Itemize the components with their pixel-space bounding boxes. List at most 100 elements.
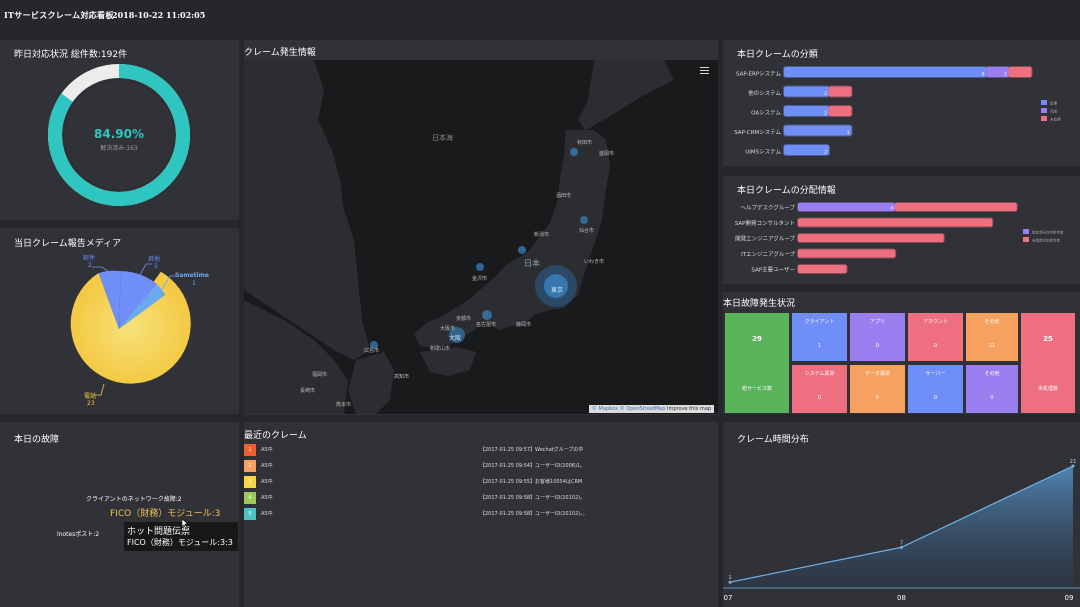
legend-label[interactable]: 完成 (1050, 109, 1058, 114)
bar-category-label: ヘルプデスクグループ (741, 204, 796, 212)
bar-category-label: 他のシステム (748, 89, 781, 97)
word-lnotes[interactable]: lnotesポスト:2 (57, 529, 99, 538)
fault-tile[interactable]: 25 未処理数 (1021, 313, 1075, 413)
bubble-sendai[interactable] (580, 216, 588, 224)
map-title: クレーム発生情報 (244, 48, 316, 58)
bar-segment[interactable] (797, 202, 897, 212)
bar-segment[interactable] (797, 248, 897, 259)
bar-segment[interactable] (797, 264, 848, 274)
media-label-sametime: Sametime (175, 272, 209, 279)
legend-swatch[interactable] (1023, 229, 1029, 234)
row-number: 5 (244, 508, 256, 520)
city-shizuoka: 静岡市 (516, 321, 531, 328)
bar-segment[interactable] (783, 105, 830, 117)
recent-claim-row[interactable]: 1 AS中 【2017-01-25 09:57】Wechatグループの中 (244, 443, 583, 457)
recent-claim-row[interactable]: 3 AS中 【2017-01-25 09:55】お客様10054はCRM (244, 475, 582, 489)
improve-map-link[interactable]: Improve this map (667, 406, 711, 412)
city-morioka: 盛岡市 (599, 150, 614, 157)
fault-tile[interactable]: 29 総サービス数 (725, 313, 789, 413)
bar-value-label: 2 (824, 150, 827, 156)
japan-map[interactable]: 日本海 日本 東京 大阪 秋田市 盛岡市 酒田市 仙台市 新潟市 いわき市 金沢… (244, 60, 718, 414)
bubble-nagoya[interactable] (482, 310, 492, 320)
map-menu-icon[interactable] (700, 67, 709, 74)
timeline-value: 1 (728, 575, 732, 581)
legend-label[interactable]: 未指定対応担当者 (1032, 238, 1060, 243)
row-assignee: AS中 (261, 463, 273, 469)
bar-segment[interactable] (783, 144, 830, 156)
timeline-chart: 1 07 7 08 21 09 (723, 459, 1080, 602)
classification-chart: SAP-ERPシステム 9 1 他のシステム 2 OAシステム 2 SAP-CRMシステム 3 U… (734, 66, 1061, 156)
city-nagoya: 名古屋市 (476, 321, 496, 328)
legend-label[interactable]: 未処理 (1050, 117, 1061, 122)
fault-tile-label: アカウント (922, 319, 948, 325)
bubble-kanazawa[interactable] (476, 263, 484, 271)
bar-category-label: SAP-CRMシステム (734, 129, 781, 136)
bar-segment[interactable] (797, 217, 994, 228)
fault-tile[interactable]: アカウント 0 (908, 313, 963, 361)
fault-tile[interactable]: サーバー 0 (908, 365, 963, 413)
bar-segment[interactable] (797, 233, 945, 243)
fault-tile[interactable]: その他 0 (966, 365, 1018, 413)
bar-segment[interactable] (828, 85, 853, 98)
bar-segment[interactable] (828, 105, 853, 117)
legend-swatch[interactable] (1023, 237, 1029, 242)
bar-segment[interactable] (783, 66, 988, 78)
city-akita: 秋田市 (577, 139, 592, 146)
bar-category-label: ITエンジニアグループ (741, 250, 795, 258)
recent-claim-row[interactable]: 4 AS中 【2017-01-25 09:58】ユーザーID(10102)。 (244, 491, 585, 505)
tooltip-text: FICO（財務）モジュール:3:3 (127, 538, 233, 547)
top-bar: ITサービスクレーム対応看板 2018-10-22 11:02:05 (0, 0, 1080, 32)
city-kochi: 高知市 (394, 373, 409, 380)
bar-segment[interactable] (1008, 66, 1033, 78)
bar-value-label: 4 (890, 206, 893, 212)
legend-swatch[interactable] (1041, 108, 1047, 113)
timeline-value: 7 (900, 540, 904, 546)
media-panel: 当日クレーム報告メディア 邮件 2 其他 5 Sametime 1 電話 23 (0, 228, 239, 414)
dashboard-title: ITサービスクレーム対応看板 (4, 10, 114, 20)
recent-title: 最近のクレーム (244, 431, 307, 441)
legend-swatch[interactable] (1041, 116, 1047, 121)
row-assignee: AS中 (261, 447, 273, 453)
bar-category-label: SAP開発コンサルタント (735, 219, 795, 227)
media-value-other: 5 (154, 263, 158, 270)
fault-tile[interactable]: クライアント 1 (792, 313, 847, 361)
fault-tile-value: 0 (933, 343, 938, 349)
bubble-tokyo-label: 東京 (551, 286, 563, 294)
attribution-link[interactable]: © Mapbox © OpenStreetMap (592, 406, 665, 412)
fault-tile-value: 29 (752, 335, 762, 343)
bubble-akita[interactable] (570, 148, 578, 156)
bar-segment[interactable] (894, 202, 1018, 212)
row-message: 【2017-01-25 09:58】ユーザーID(10102)。 (480, 495, 586, 501)
word-network[interactable]: クライアントのネットワーク故障:2 (86, 494, 182, 503)
fault-tile-value: 1 (817, 343, 822, 349)
recent-claim-row[interactable]: 2 AS中 【2017-01-25 09:54】ユーザーID(1006)1。 (244, 459, 585, 473)
media-value-phone: 23 (87, 400, 95, 407)
bubble-niigata[interactable] (518, 246, 526, 254)
row-message: 【2017-01-25 09:58】ユーザーID(10102)。。 (480, 511, 588, 517)
today-faults-panel: 本日の故障 クライアントのネットワーク故障:2 FICO（財務）モジュール:3 … (0, 422, 239, 607)
fault-tile[interactable]: システム異常 0 (792, 365, 847, 413)
legend-swatch[interactable] (1041, 100, 1047, 105)
bar-segment[interactable] (783, 85, 830, 98)
fault-tile-label: システム異常 (804, 371, 835, 377)
word-fico[interactable]: FICO（財務）モジュール:3 (110, 506, 220, 519)
row-assignee: AS中 (261, 479, 273, 485)
legend-label[interactable]: 処理 (1050, 101, 1058, 106)
city-nagasaki: 長崎市 (300, 387, 315, 394)
bar-segment[interactable] (783, 124, 853, 137)
city-hiroshima: 広島市 (364, 347, 379, 354)
fault-tile-value: 0 (933, 395, 938, 401)
fault-tile[interactable]: アプリ 0 (850, 313, 905, 361)
bar-value-label: 2 (824, 91, 827, 97)
bar-value-label: 9 (982, 72, 985, 78)
legend-label[interactable]: 指定済み対応担当者 (1032, 230, 1064, 235)
fault-tile-value: 0 (875, 343, 880, 349)
fault-tile-value: 0 (990, 395, 994, 401)
fault-tile-label: サーバー (925, 371, 946, 377)
fault-tile[interactable]: その他 21 (966, 313, 1018, 361)
city-fukuoka: 福岡市 (312, 371, 327, 378)
row-number: 4 (244, 492, 256, 504)
today-faults-title: 本日の故障 (14, 435, 60, 445)
recent-claim-row[interactable]: 5 AS中 【2017-01-25 09:58】ユーザーID(10102)。。 (244, 507, 588, 521)
fault-tile[interactable]: データ異常 0 (850, 365, 905, 413)
